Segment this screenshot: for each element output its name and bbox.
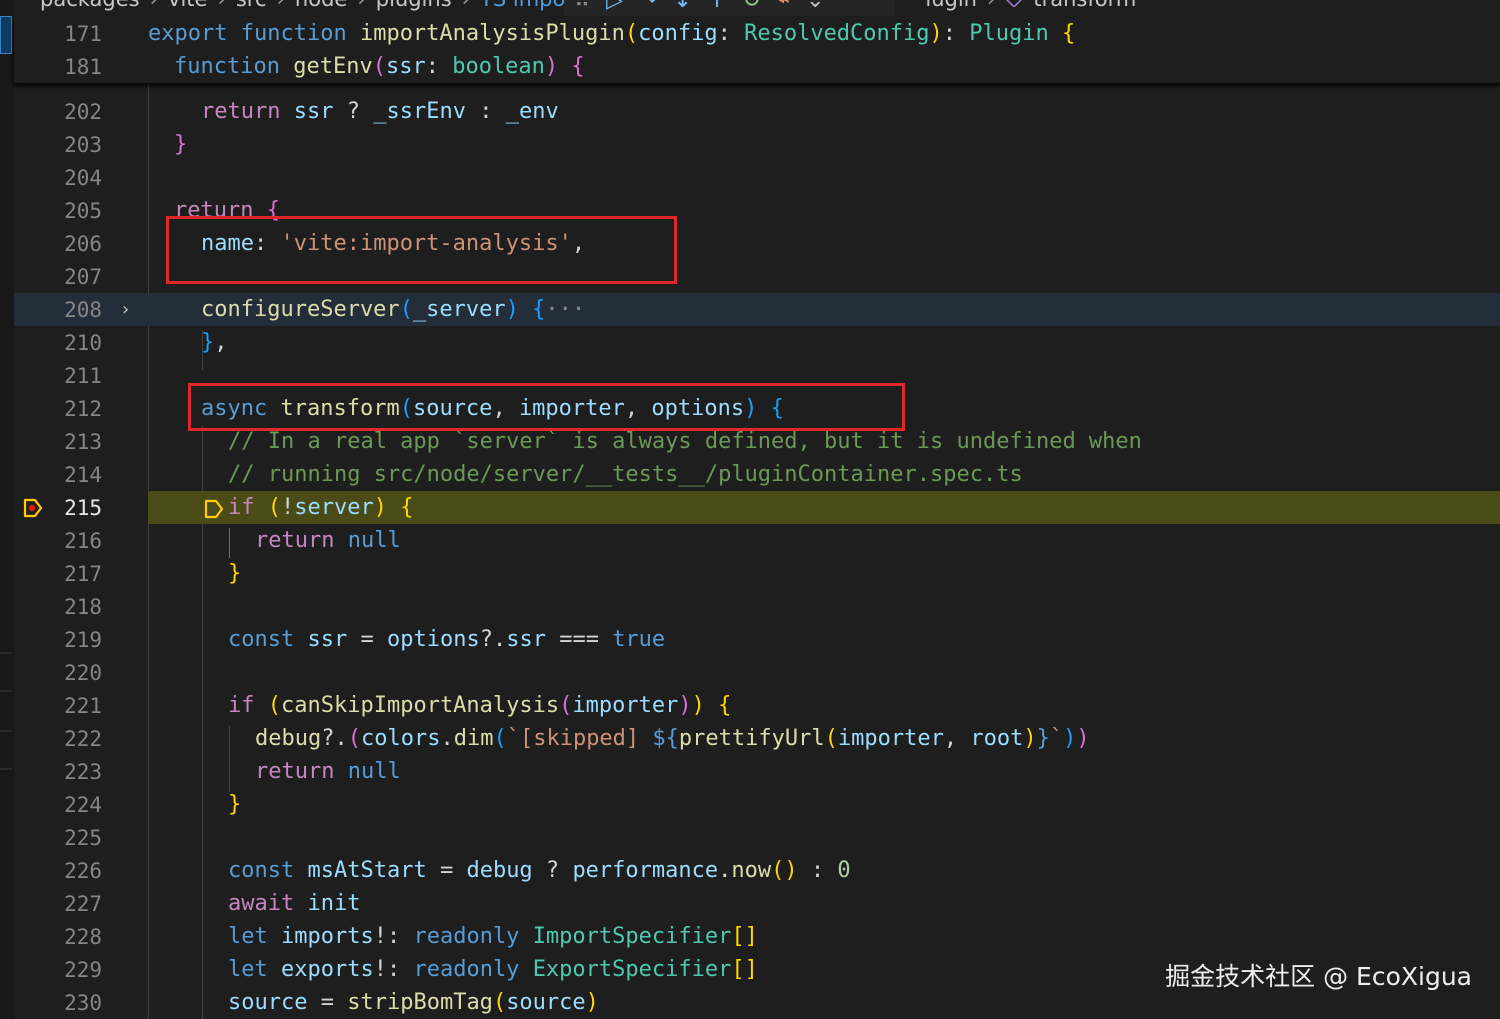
code-line[interactable]: 202 return ssr ? _ssrEnv : _env [14, 95, 1500, 128]
editor-code-area[interactable]: 202 return ssr ? _ssrEnv : _env 203 } 20… [14, 0, 1500, 1019]
code-text: function getEnv(ssr: boolean) { [174, 54, 585, 79]
annotation-box-transform [188, 383, 905, 431]
code-line[interactable]: 223 return null [14, 755, 1500, 788]
chevron-right-icon[interactable]: › [120, 299, 136, 320]
code-line[interactable]: 214 // running src/node/server/__tests__… [14, 458, 1500, 491]
line-number: 210 [64, 331, 102, 355]
line-number: 225 [64, 826, 102, 850]
line-number: 171 [64, 22, 102, 46]
line-number: 222 [64, 727, 102, 751]
scroll-marker [0, 768, 12, 770]
code-line[interactable]: 221 if (canSkipImportAnalysis(importer))… [14, 689, 1500, 722]
line-number: 204 [64, 166, 102, 190]
line-number: 221 [64, 694, 102, 718]
line-number: 227 [64, 892, 102, 916]
code-line-folded[interactable]: 208 › configureServer(_server) {··· [14, 293, 1500, 326]
scroll-marker [0, 652, 12, 654]
code-line-current[interactable]: 215 if (!server) { [14, 491, 1500, 524]
line-number: 230 [64, 991, 102, 1015]
code-line[interactable]: 226 const msAtStart = debug ? performanc… [14, 854, 1500, 887]
line-number: 212 [64, 397, 102, 421]
code-text: source = stripBomTag(source) [228, 990, 599, 1015]
code-text: const msAtStart = debug ? performance.no… [228, 858, 851, 883]
sticky-line[interactable]: 181 function getEnv(ssr: boolean) { [14, 50, 1500, 83]
line-number: 220 [64, 661, 102, 685]
code-text: return ssr ? _ssrEnv : _env [201, 99, 559, 124]
code-line[interactable]: 220 [14, 656, 1500, 689]
code-text: export function importAnalysisPlugin(con… [148, 21, 1076, 46]
code-line[interactable]: 217 } [14, 557, 1500, 590]
line-number: 215 [64, 496, 102, 520]
code-text: let imports!: readonly ImportSpecifier[] [228, 924, 758, 949]
code-text: return null [255, 759, 401, 784]
code-text: await init [228, 891, 361, 916]
line-number: 205 [64, 199, 102, 223]
line-number: 218 [64, 595, 102, 619]
line-number: 202 [64, 100, 102, 124]
code-text: if (canSkipImportAnalysis(importer)) { [228, 693, 732, 718]
code-comment: // In a real app `server` is always defi… [228, 429, 1142, 454]
sticky-line[interactable]: 171 export function importAnalysisPlugin… [14, 17, 1500, 50]
code-text: let exports!: readonly ExportSpecifier[] [228, 957, 758, 982]
line-number: 208 [64, 298, 102, 322]
scroll-marker [0, 730, 12, 732]
code-text: } [228, 561, 242, 586]
line-number: 224 [64, 793, 102, 817]
code-text: if (!server) { [228, 495, 414, 520]
line-number: 228 [64, 925, 102, 949]
line-number: 226 [64, 859, 102, 883]
code-line[interactable]: 227 await init [14, 887, 1500, 920]
code-comment: // running src/node/server/__tests__/plu… [228, 462, 1023, 487]
line-number: 203 [64, 133, 102, 157]
code-line[interactable]: 219 const ssr = options?.ssr === true [14, 623, 1500, 656]
activity-gutter [0, 0, 14, 1019]
line-number: 217 [64, 562, 102, 586]
code-line[interactable]: 218 [14, 590, 1500, 623]
sticky-scroll-header: 171 export function importAnalysisPlugin… [14, 17, 1500, 83]
code-text: const ssr = options?.ssr === true [228, 627, 666, 652]
line-number: 207 [64, 265, 102, 289]
code-line[interactable]: 216 return null [14, 524, 1500, 557]
code-line[interactable]: 210 }, [14, 326, 1500, 359]
code-line[interactable]: 228 let imports!: readonly ImportSpecifi… [14, 920, 1500, 953]
code-text: return null [255, 528, 401, 553]
active-editor-indicator [0, 16, 12, 54]
code-line[interactable]: 225 [14, 821, 1500, 854]
code-text: } [228, 792, 242, 817]
line-number: 214 [64, 463, 102, 487]
line-number: 211 [64, 364, 102, 388]
line-number: 206 [64, 232, 102, 256]
watermark: 掘金技术社区 @ EcoXigua [1165, 962, 1472, 991]
code-text: debug?.(colors.dim(`[skipped] ${prettify… [255, 726, 1090, 751]
line-number: 219 [64, 628, 102, 652]
stack-frame-pointer-icon [204, 499, 224, 519]
code-line[interactable]: 222 debug?.(colors.dim(`[skipped] ${pret… [14, 722, 1500, 755]
line-number: 181 [64, 55, 102, 79]
annotation-box-name [166, 216, 677, 284]
line-number: 229 [64, 958, 102, 982]
line-number: 216 [64, 529, 102, 553]
code-text: } [174, 132, 188, 157]
code-text: }, [201, 330, 228, 355]
line-number: 213 [64, 430, 102, 454]
code-line[interactable]: 204 [14, 161, 1500, 194]
code-text: configureServer(_server) {··· [201, 297, 586, 322]
line-number: 223 [64, 760, 102, 784]
scroll-marker [0, 690, 12, 692]
code-line[interactable]: 224 } [14, 788, 1500, 821]
code-line[interactable]: 203 } [14, 128, 1500, 161]
